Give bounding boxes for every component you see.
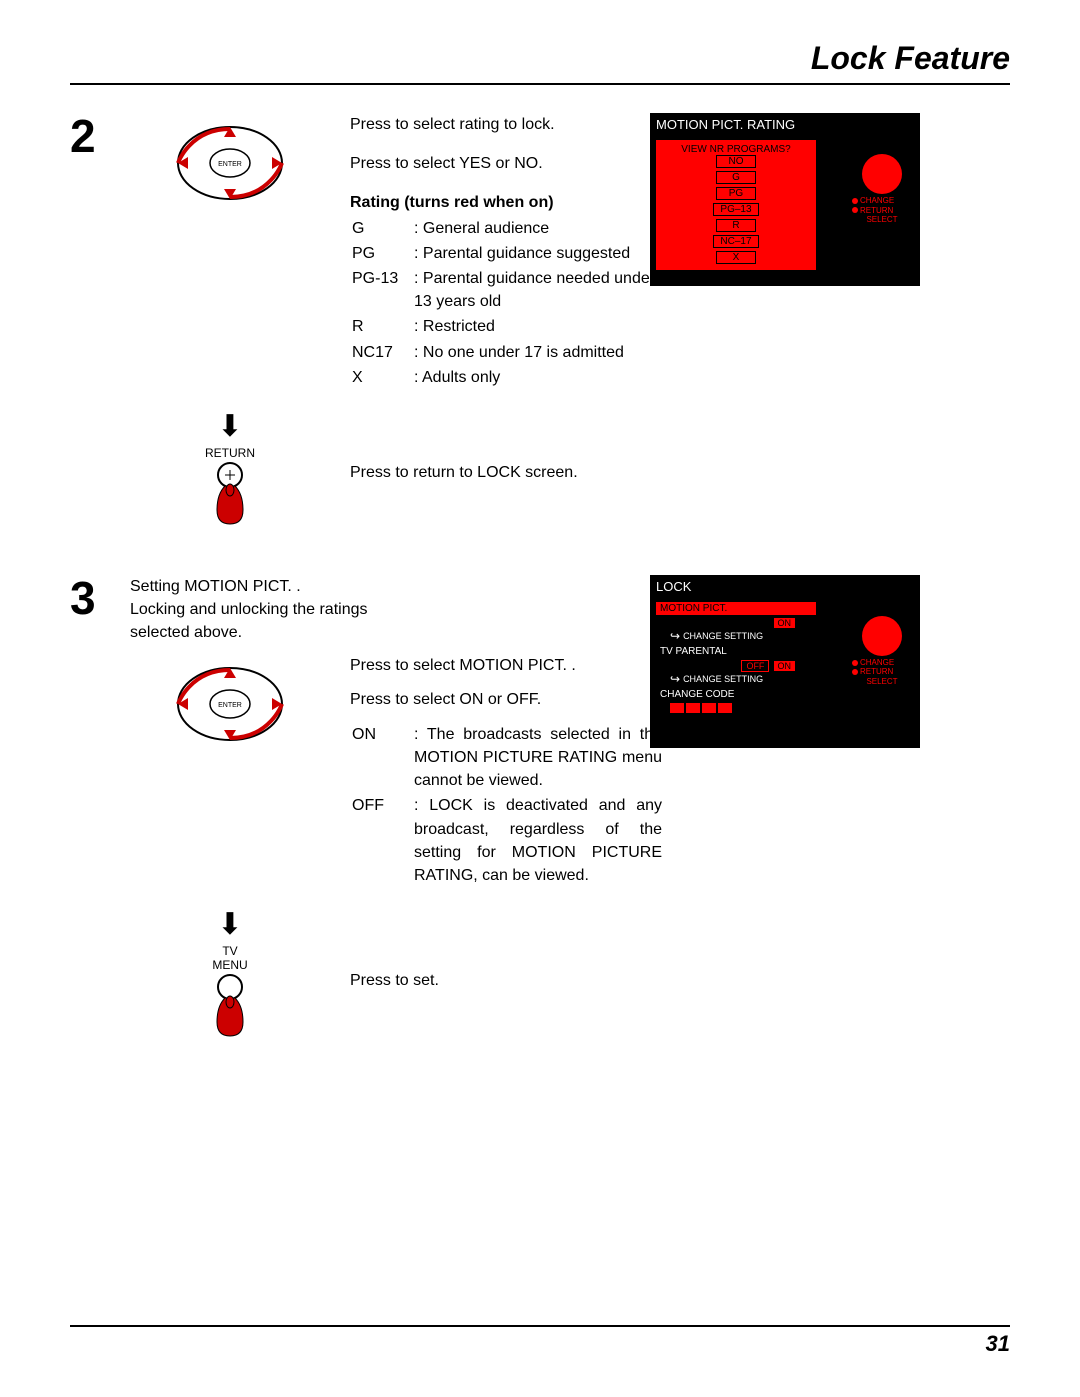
step2-line2: Press to select YES or NO.	[350, 152, 670, 175]
pill-nc17: NC–17	[713, 235, 758, 248]
arrow-icon	[670, 629, 680, 643]
step3-block: ENTER Press to select MOTION PICT. . Pre…	[70, 654, 630, 889]
tvmenu-label1: TV	[130, 944, 330, 958]
rating-table: G: General audience PG: Parental guidanc…	[350, 215, 670, 391]
step2-row: 2 ENTER Press to select r	[70, 113, 1010, 545]
nav-change-2: CHANGE	[860, 658, 894, 668]
parental-off: OFF	[741, 660, 769, 672]
tvmenu-block: ⬇ TV MENU Press to set.	[70, 899, 630, 1047]
rd-pg: : Parental guidance suggested	[414, 242, 668, 265]
nav-dpad-icon	[862, 154, 902, 194]
nav-change-1: CHANGE	[860, 196, 894, 206]
step3-intro2: Locking and unlocking the ratings select…	[130, 601, 368, 641]
return-thumb: ⬇ RETURN	[130, 401, 330, 535]
press-thumb-icon	[205, 460, 255, 530]
tvmenu-label2: MENU	[130, 958, 330, 972]
change-code-row: CHANGE CODE	[656, 688, 816, 701]
step2-instructions: Press to select rating to lock. Press to…	[350, 113, 670, 391]
nav-select-1: SELECT	[852, 215, 912, 225]
lock-screen: LOCK MOTION PICT. ON CHANGE SETTING TV P…	[650, 575, 920, 748]
rd-x: : Adults only	[414, 366, 668, 389]
nav-cluster-2: CHANGE RETURN SELECT	[852, 616, 912, 687]
motion-label: MOTION PICT.	[660, 603, 727, 614]
rating-header: Rating (turns red when on)	[350, 191, 670, 214]
svg-text:ENTER: ENTER	[218, 702, 242, 709]
screen1-title: MOTION PICT. RATING	[650, 113, 920, 136]
rk-nc17: NC17	[352, 341, 412, 364]
code-boxes	[656, 703, 816, 713]
step3-intro: 3 Setting MOTION PICT. . Locking and unl…	[70, 575, 630, 645]
return-label: RETURN	[130, 446, 330, 460]
on-off-table: ON: The broadcasts selected in the MOTIO…	[350, 721, 670, 889]
motion-pict-row: MOTION PICT.	[656, 602, 816, 615]
step3-row: 3 Setting MOTION PICT. . Locking and unl…	[70, 575, 1010, 1057]
motion-on: ON	[773, 617, 797, 629]
no-pill: NO	[716, 155, 756, 168]
step2-block: 2 ENTER Press to select r	[70, 113, 630, 391]
nav-dpad-icon-2	[862, 616, 902, 656]
press-thumb-icon-2	[205, 972, 255, 1042]
nav-return-1: RETURN	[860, 206, 893, 216]
parental-on: ON	[773, 660, 797, 672]
off-key: OFF	[352, 794, 412, 887]
off-desc: : LOCK is deactivated and any broadcast,…	[414, 794, 668, 887]
on-key: ON	[352, 723, 412, 793]
step3-line1: Press to select MOTION PICT. .	[350, 654, 670, 677]
page-number: 31	[986, 1331, 1010, 1356]
tvmenu-thumb: ⬇ TV MENU	[130, 899, 330, 1047]
arrow-icon-2	[670, 672, 680, 686]
nav-cluster-1: CHANGE RETURN SELECT	[852, 154, 912, 225]
rk-pg13: PG-13	[352, 267, 412, 313]
down-arrow-icon: ⬇	[130, 409, 330, 444]
rd-r: : Restricted	[414, 315, 668, 338]
return-block: ⬇ RETURN Press to return to LOCK screen.	[70, 401, 630, 535]
dpad-icon-2: ENTER	[160, 654, 300, 754]
enter-label: ENTER	[218, 161, 242, 168]
nav-return-2: RETURN	[860, 667, 893, 677]
step3-line2: Press to select ON or OFF.	[350, 688, 670, 711]
rd-nc17: : No one under 17 is admitted	[414, 341, 668, 364]
tv-parental-label: TV PARENTAL	[660, 646, 727, 657]
pill-g: G	[716, 171, 756, 184]
motion-pict-rating-screen: MOTION PICT. RATING VIEW NR PROGRAMS? NO…	[650, 113, 920, 286]
pill-pg: PG	[716, 187, 756, 200]
rk-r: R	[352, 315, 412, 338]
pill-r: R	[716, 219, 756, 232]
rk-pg: PG	[352, 242, 412, 265]
rating-panel: VIEW NR PROGRAMS? NO G PG PG–13 R NC–17 …	[656, 140, 816, 270]
rk-g: G	[352, 217, 412, 240]
step2-line1: Press to select rating to lock.	[350, 113, 670, 136]
dpad-icon: ENTER	[160, 113, 300, 213]
page-header: Lock Feature	[70, 40, 1010, 85]
page-title: Lock Feature	[70, 40, 1010, 77]
pill-pg13: PG–13	[713, 203, 758, 216]
step3-intro1: Setting MOTION PICT. .	[130, 578, 301, 595]
return-instr: Press to return to LOCK screen.	[350, 401, 670, 484]
page-content: 2 ENTER Press to select r	[70, 113, 1010, 1057]
pill-x: X	[716, 251, 756, 264]
page-footer: 31	[70, 1325, 1010, 1357]
rd-g: : General audience	[414, 217, 668, 240]
remote-diagram-2: ENTER	[130, 654, 330, 759]
screen1-wrap: MOTION PICT. RATING VIEW NR PROGRAMS? NO…	[650, 113, 930, 545]
on-desc: : The broadcasts selected in the MOTION …	[414, 723, 668, 793]
screen2-wrap: LOCK MOTION PICT. ON CHANGE SETTING TV P…	[650, 575, 930, 1057]
view-q: VIEW NR PROGRAMS?	[681, 144, 790, 155]
change-setting-2: CHANGE SETTING	[656, 672, 816, 688]
rd-pg13: : Parental guidance needed under 13 year…	[414, 267, 668, 313]
step-number-2: 2	[70, 113, 110, 159]
screen2-title: LOCK	[650, 575, 920, 598]
nav-select-2: SELECT	[852, 677, 912, 687]
change-setting-1: CHANGE SETTING	[656, 629, 816, 645]
tv-parental-row: TV PARENTAL	[656, 645, 816, 658]
down-arrow-icon-2: ⬇	[130, 907, 330, 942]
remote-diagram-1: ENTER	[130, 113, 330, 218]
step3-instructions: Press to select MOTION PICT. . Press to …	[350, 654, 670, 889]
step-number-3: 3	[70, 575, 110, 621]
rk-x: X	[352, 366, 412, 389]
set-instr: Press to set.	[350, 899, 670, 992]
